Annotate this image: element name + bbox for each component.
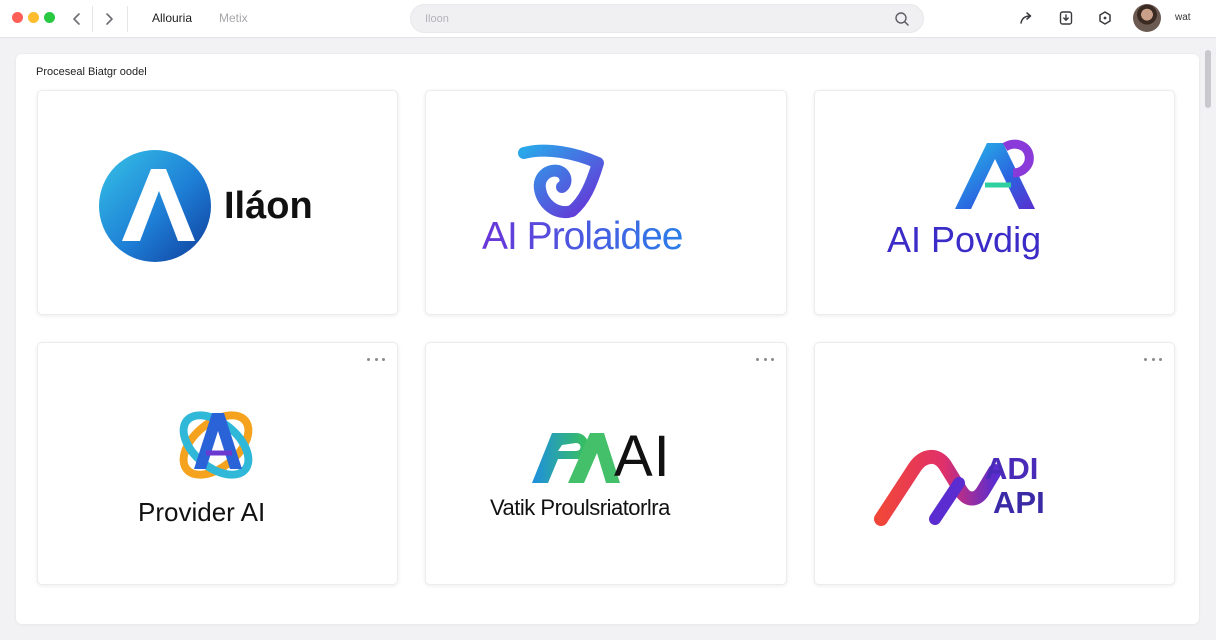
notification-icon (1099, 11, 1111, 25)
gradient-a-logo (955, 139, 1035, 209)
share-icon (1020, 12, 1032, 24)
share-button[interactable] (1016, 8, 1036, 28)
brand-name: AI Povdig (887, 219, 1042, 260)
brand-name: Provider AI (138, 497, 266, 527)
provider-card[interactable]: AI Povdig (814, 90, 1175, 315)
provider-card[interactable]: AI Prolaidee (425, 90, 787, 315)
brand-name: AI (614, 424, 671, 489)
search-icon[interactable] (894, 11, 910, 27)
brand-name: Iláon (224, 185, 313, 227)
brand-name-bottom: API (993, 485, 1045, 520)
maximize-window-button[interactable] (44, 12, 55, 23)
scrollbar[interactable] (1203, 48, 1211, 628)
download-button[interactable] (1056, 8, 1076, 28)
back-button[interactable] (66, 8, 88, 30)
panel-title: Proceseal Biatgr oodel (36, 66, 147, 78)
user-name[interactable]: wat (1175, 12, 1191, 23)
forward-button[interactable] (98, 8, 120, 30)
brand-tagline: Vatik Proulsriatorlra (490, 495, 670, 520)
toolbar-divider (127, 6, 128, 32)
tab-metix[interactable]: Metix (219, 11, 248, 25)
user-avatar[interactable] (1133, 4, 1161, 32)
blue-a-circle-logo (99, 150, 211, 262)
toolbar-divider (92, 6, 93, 32)
green-blue-pa-logo (532, 433, 620, 483)
search-bar[interactable] (410, 4, 924, 33)
minimize-window-button[interactable] (28, 12, 39, 23)
brand-name: AI Prolaidee (482, 215, 683, 258)
provider-card[interactable]: AI Vatik Proulsriatorlra (425, 342, 787, 585)
provider-card[interactable]: ADI API (814, 342, 1175, 585)
notification-button[interactable] (1095, 8, 1115, 28)
provider-card[interactable]: Iláon (37, 90, 398, 315)
tab-allouria[interactable]: Allouria (152, 11, 192, 25)
scrollbar-thumb[interactable] (1205, 50, 1211, 108)
provider-card[interactable]: Provider AI (37, 342, 398, 585)
search-input[interactable] (425, 11, 885, 27)
close-window-button[interactable] (12, 12, 23, 23)
brand-name-top: ADI (985, 451, 1039, 486)
forward-arrow-icon (106, 13, 113, 25)
download-icon (1059, 11, 1073, 25)
window-titlebar: Allouria Metix wat (0, 0, 1216, 38)
orbit-a-logo (179, 411, 253, 479)
back-arrow-icon (73, 13, 80, 25)
blue-purple-swirl-logo (518, 144, 604, 219)
